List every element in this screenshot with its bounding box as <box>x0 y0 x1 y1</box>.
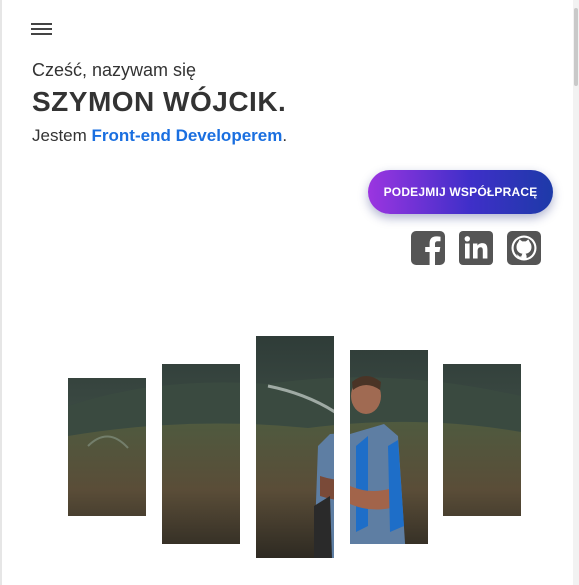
hero-name: SZYMON WÓJCIK. <box>32 86 287 117</box>
scrollbar[interactable] <box>573 0 579 585</box>
facebook-icon[interactable] <box>410 230 446 266</box>
photo-strip-2 <box>162 364 240 544</box>
hero-greeting: Cześć, nazywam się <box>32 60 197 80</box>
scrollbar-thumb[interactable] <box>574 8 578 86</box>
linkedin-icon[interactable] <box>458 230 494 266</box>
hero-role-highlight: Front-end Developerem <box>91 126 283 145</box>
photo-strip-3 <box>256 336 334 558</box>
photo-strip-5 <box>443 364 521 516</box>
cooperate-button[interactable]: PODEJMIJ WSPÓŁPRACĘ <box>368 170 553 214</box>
photo-strip-4 <box>350 350 428 544</box>
github-icon[interactable] <box>506 230 542 266</box>
page-left-edge <box>0 0 2 585</box>
hamburger-menu-icon[interactable] <box>31 22 53 38</box>
hero-role-suffix: . <box>282 126 288 145</box>
photo-strip-1 <box>68 378 146 516</box>
hero-role-prefix: Jestem <box>32 126 92 145</box>
hero-role: Jestem Front-end Developerem. <box>32 126 287 146</box>
